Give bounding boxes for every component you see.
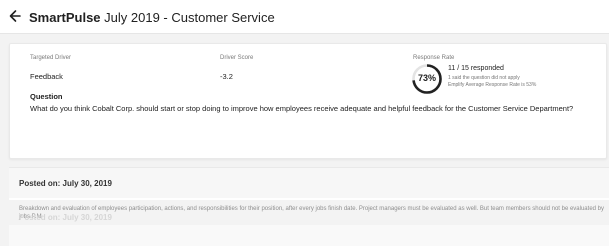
response-rate-label: Response Rate <box>413 55 455 61</box>
response-rate-percent: 73% <box>417 73 436 83</box>
response-header: Posted on: July 30, 2019 <box>9 168 609 198</box>
page-title: SmartPulse July 2019 - Customer Service <box>29 10 275 25</box>
posted-date-faded: Posted on: July 30, 2019 <box>19 213 112 222</box>
benchmark-note: Emplify Average Response Rate is 53% <box>448 82 537 88</box>
question-label: Question <box>30 92 63 101</box>
posted-date: Posted on: July 30, 2019 <box>19 179 112 188</box>
targeted-driver-value: Feedback <box>30 72 63 81</box>
back-arrow-icon[interactable] <box>8 7 22 25</box>
question-text: What do you think Cobalt Corp. should st… <box>30 104 574 113</box>
response-card-faded <box>9 225 609 246</box>
targeted-driver-label: Targeted Driver <box>30 55 72 61</box>
brand-name: SmartPulse <box>29 10 101 25</box>
driver-score-value: -3.2 <box>220 72 233 81</box>
driver-score-label: Driver Score <box>220 55 254 61</box>
responded-count: 11 / 15 responded <box>448 65 504 72</box>
page-header: SmartPulse July 2019 - Customer Service <box>0 0 609 34</box>
survey-title: July 2019 - Customer Service <box>100 10 275 25</box>
did-not-apply-note: 1 said the question did not apply <box>448 75 520 81</box>
response-card: Posted on: July 30, 2019 <box>9 167 609 200</box>
question-summary-card: Targeted Driver Feedback Driver Score -3… <box>9 43 607 159</box>
